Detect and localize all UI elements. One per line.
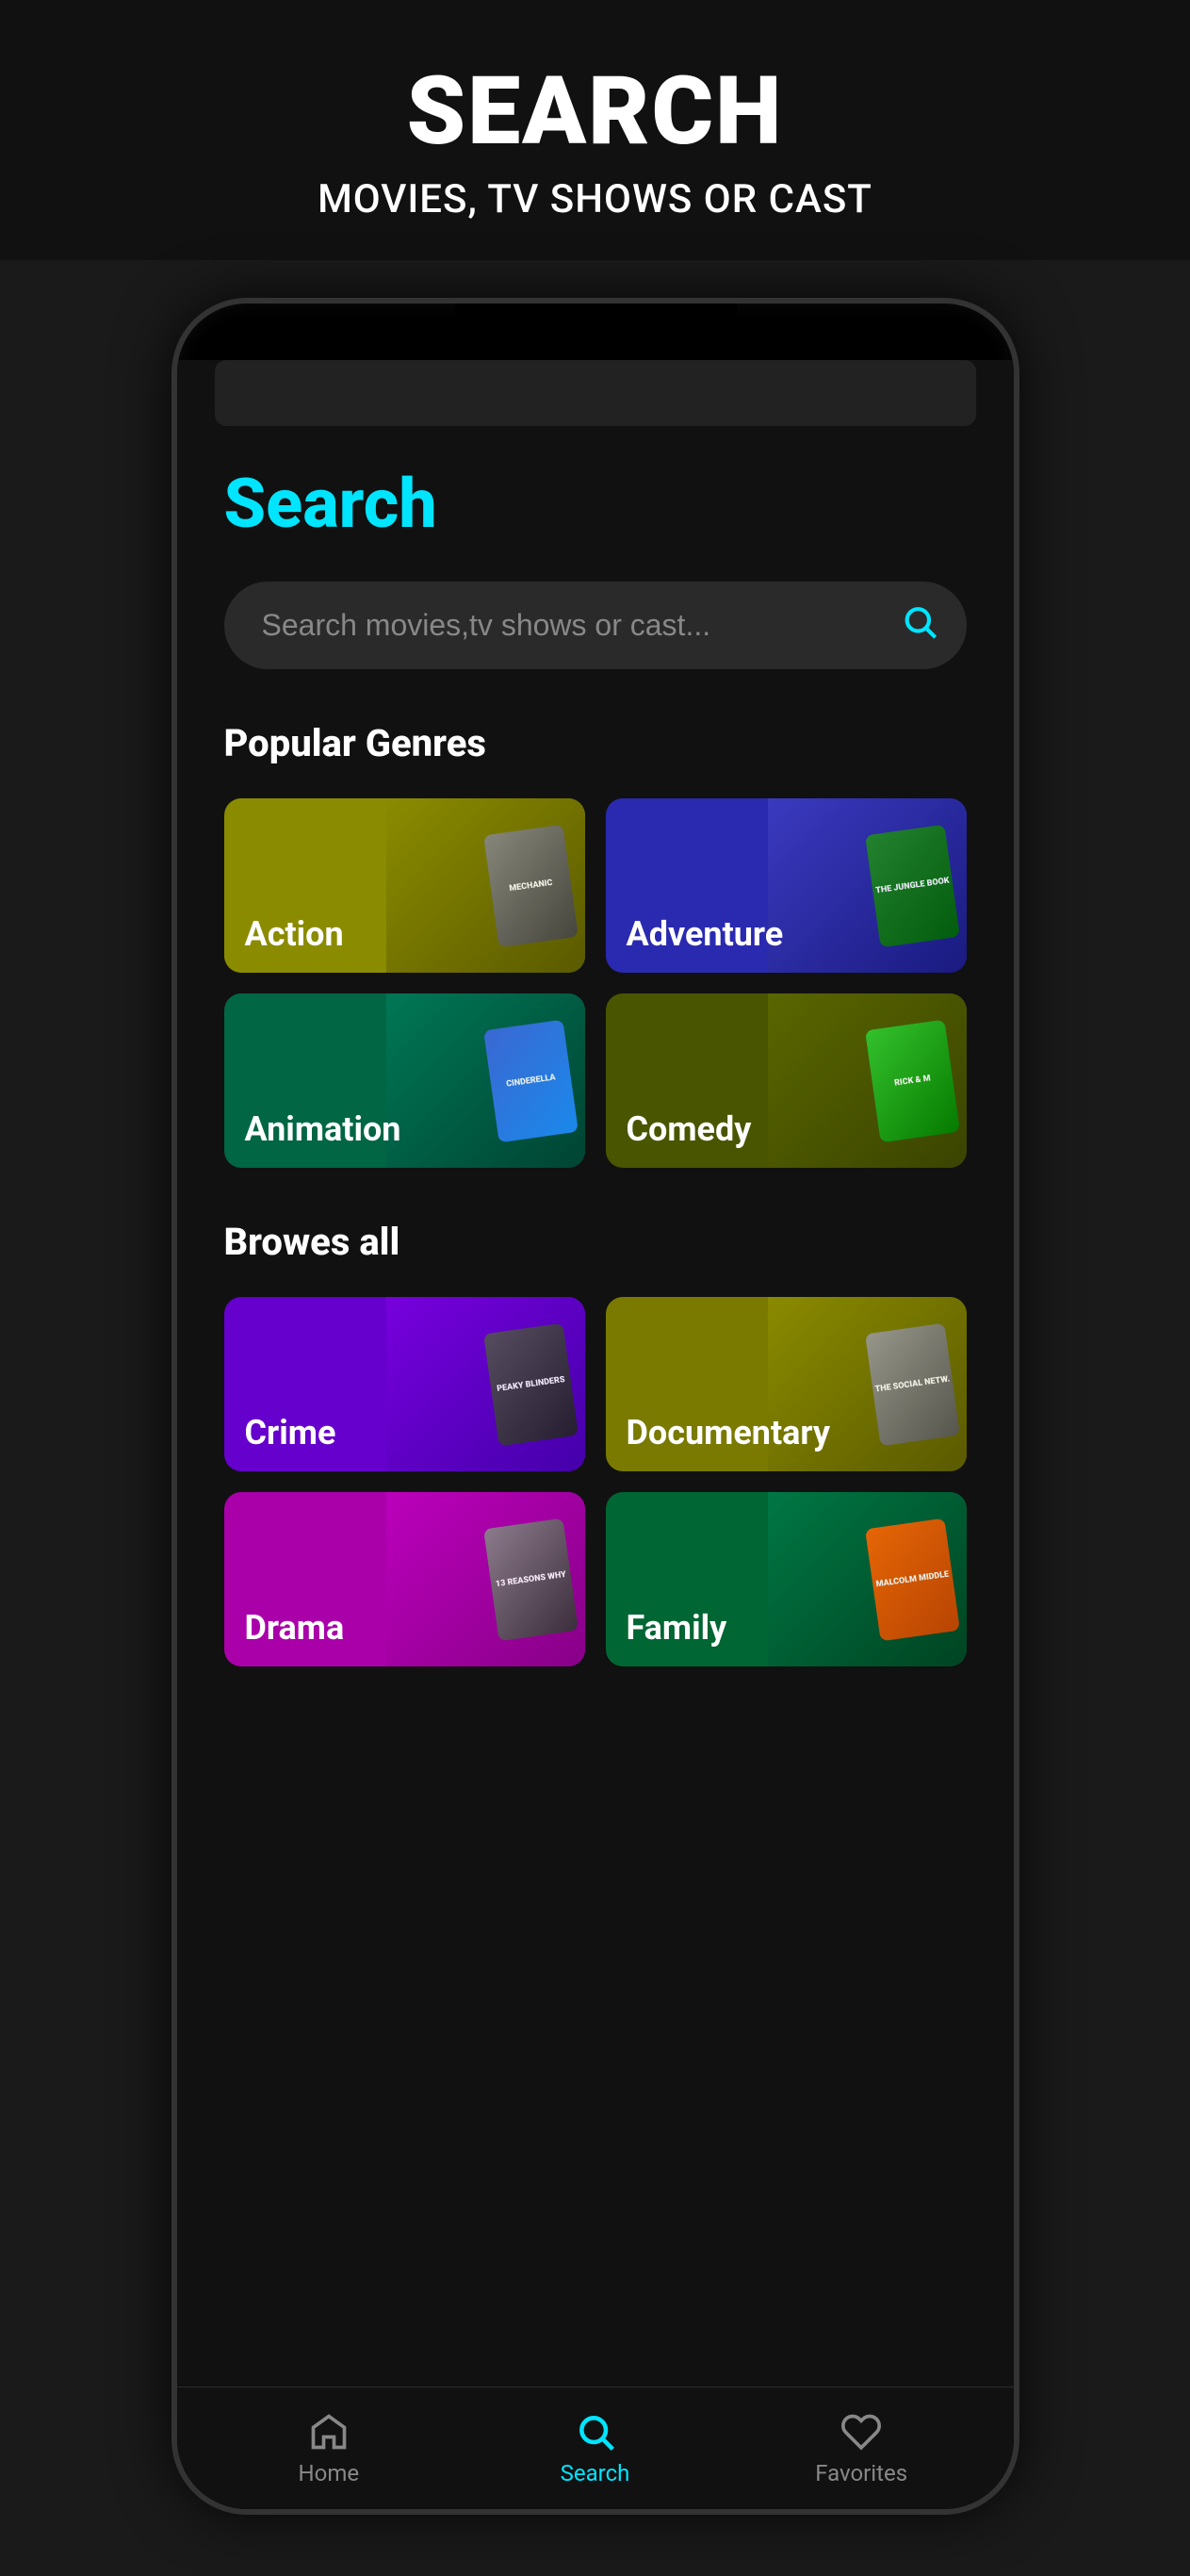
bottom-nav: Home Search Favorites	[177, 2387, 1014, 2509]
nav-label-home: Home	[299, 2460, 360, 2486]
nav-item-favorites[interactable]: Favorites	[728, 2411, 995, 2486]
home-icon	[308, 2411, 350, 2453]
genre-card-adventure[interactable]: The Jungle Book Adventure	[606, 798, 967, 973]
popular-genres-grid: MECHANIC Action The Jungle Book	[224, 798, 967, 1168]
nav-label-favorites: Favorites	[815, 2460, 907, 2486]
screen-content: Search Popular Genres	[177, 426, 1014, 1666]
phone-frame: Search Popular Genres	[171, 298, 1019, 2515]
poster-malcolm: Malcolm Middle	[865, 1518, 960, 1641]
top-header: SEARCH MOVIES, TV SHOWS OR CAST	[0, 0, 1190, 260]
genre-label-drama: Drama	[224, 1589, 366, 1666]
poster-cinderella: Cinderella	[483, 1019, 579, 1142]
genre-image-drama: 13 REASONS WHY	[386, 1492, 585, 1666]
genre-card-crime[interactable]: PEAKY BLINDERS Crime	[224, 1297, 585, 1471]
genre-label-action: Action	[224, 895, 365, 973]
nav-label-search: Search	[561, 2460, 630, 2486]
heart-icon	[840, 2411, 882, 2453]
search-icon	[901, 602, 938, 640]
popular-genres-title: Popular Genres	[224, 721, 967, 765]
genre-image-family: Malcolm Middle	[768, 1492, 967, 1666]
poster-mechanic: MECHANIC	[483, 824, 579, 947]
genre-card-documentary[interactable]: the social netw. Documentary	[606, 1297, 967, 1471]
genre-label-comedy: Comedy	[606, 1091, 773, 1168]
genre-card-family[interactable]: Malcolm Middle Family	[606, 1492, 967, 1666]
genre-image-action: MECHANIC	[386, 798, 585, 973]
search-nav-icon	[575, 2411, 616, 2453]
phone-notch	[454, 304, 737, 341]
top-status-bar	[215, 360, 976, 426]
poster-social: the social netw.	[865, 1322, 960, 1446]
genre-label-crime: Crime	[224, 1394, 357, 1471]
poster-peaky: PEAKY BLINDERS	[483, 1322, 579, 1446]
search-input-wrapper	[224, 582, 967, 669]
genre-image-crime: PEAKY BLINDERS	[386, 1297, 585, 1471]
phone-screen: Search Popular Genres	[177, 360, 1014, 2509]
page-title: Search	[224, 464, 967, 544]
genre-card-action[interactable]: MECHANIC Action	[224, 798, 585, 973]
genre-label-adventure: Adventure	[606, 895, 805, 973]
genre-image-comedy: Rick & M	[768, 993, 967, 1168]
nav-item-home[interactable]: Home	[196, 2411, 463, 2486]
search-input[interactable]	[224, 582, 967, 669]
poster-drama: 13 REASONS WHY	[483, 1518, 579, 1641]
genre-card-animation[interactable]: Cinderella Animation	[224, 993, 585, 1168]
genre-label-animation: Animation	[224, 1091, 422, 1168]
poster-jungle: The Jungle Book	[865, 824, 960, 947]
genre-card-comedy[interactable]: Rick & M Comedy	[606, 993, 967, 1168]
main-subtitle: MOVIES, TV SHOWS OR CAST	[38, 176, 1152, 222]
genre-card-drama[interactable]: 13 REASONS WHY Drama	[224, 1492, 585, 1666]
main-title: SEARCH	[38, 57, 1152, 167]
genre-label-documentary: Documentary	[606, 1394, 852, 1471]
genre-label-family: Family	[606, 1589, 748, 1666]
browse-all-grid: PEAKY BLINDERS Crime the social netw.	[224, 1297, 967, 1666]
poster-rick: Rick & M	[865, 1019, 960, 1142]
search-submit-button[interactable]	[901, 602, 938, 648]
browse-all-title: Browes all	[224, 1220, 967, 1264]
nav-item-search[interactable]: Search	[462, 2411, 728, 2486]
